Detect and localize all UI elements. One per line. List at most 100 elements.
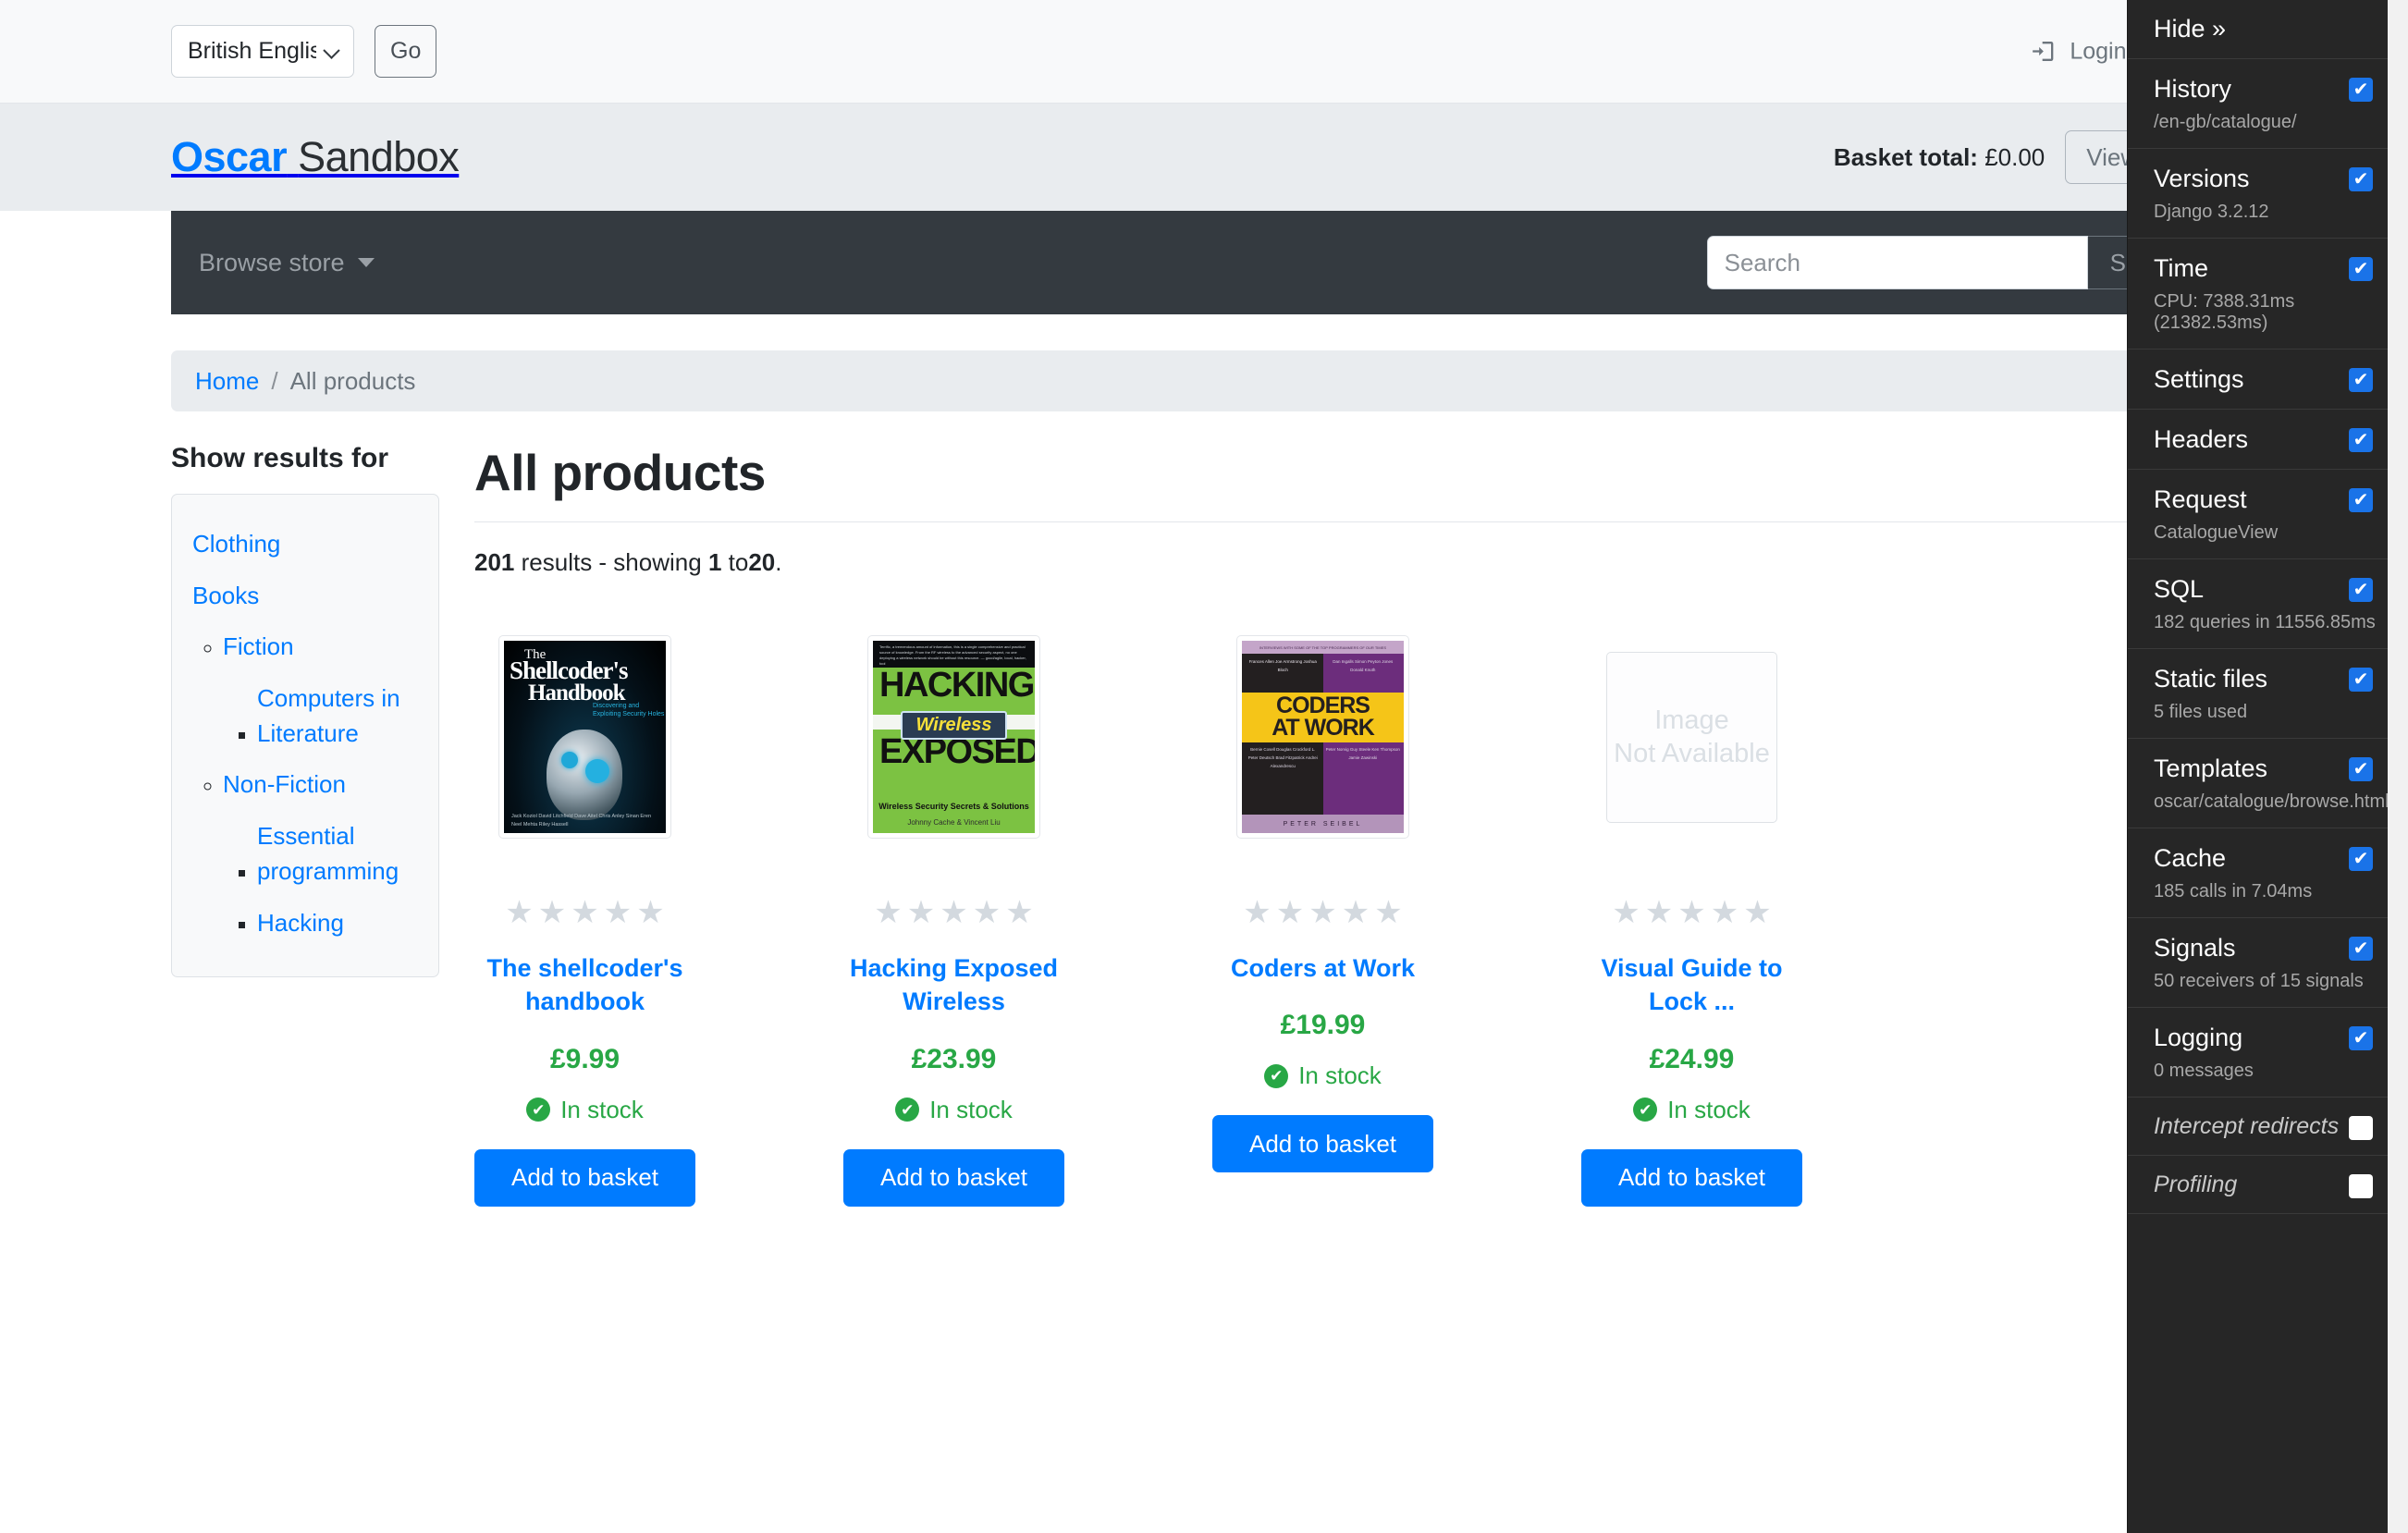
breadcrumb-separator: / (271, 367, 277, 396)
djdt-panel-history[interactable]: History /en-gb/catalogue/ (2128, 59, 2408, 149)
language-select-wrapper: British English (171, 25, 354, 78)
basket-total-value: £0.00 (1984, 143, 2045, 171)
djdt-panel-checkbox[interactable] (2349, 847, 2373, 871)
star-icon: ★ (1711, 897, 1738, 928)
product-thumbnail-wrapper[interactable]: The Shellcoder's Handbook Discovering an… (474, 594, 695, 880)
djdt-hide-row[interactable]: Hide » (2128, 0, 2408, 59)
product-rating-stars: ★ ★ ★ ★ ★ (1212, 897, 1433, 928)
cover-tagline: Discovering and Exploiting Security Hole… (593, 702, 666, 719)
star-icon: ★ (1645, 897, 1673, 928)
djdt-panel-checkbox[interactable] (2349, 428, 2373, 452)
djdt-panel-checkbox[interactable] (2349, 578, 2373, 602)
djdt-panel-checkbox[interactable] (2349, 368, 2373, 392)
djdt-panel-checkbox[interactable] (2349, 1026, 2373, 1050)
breadcrumb-home[interactable]: Home (195, 367, 259, 396)
add-to-basket-button[interactable]: Add to basket (1581, 1149, 1802, 1207)
djdt-panel-subtitle: 182 queries in 11556.85ms (2128, 612, 2408, 633)
product-card: INTERVIEWS WITH SOME OF THE TOP PROGRAMM… (1212, 594, 1433, 1207)
main-content: All products 201 results - showing 1 to2… (474, 443, 2237, 1207)
no-image-text: Image Not Available (1614, 704, 1770, 771)
djdt-panel-versions[interactable]: Versions Django 3.2.12 (2128, 149, 2408, 239)
djdt-panel-time[interactable]: Time CPU: 7388.31ms (21382.53ms) (2128, 239, 2408, 350)
site-logo[interactable]: Oscar Sandbox (171, 133, 459, 181)
djdt-panel-subtitle: Django 3.2.12 (2128, 202, 2408, 223)
djdt-panel-profiling[interactable]: Profiling (2128, 1156, 2408, 1214)
djdt-panel-checkbox[interactable] (2349, 167, 2373, 191)
djdt-panel-checkbox[interactable] (2349, 668, 2373, 692)
sidebar-item-essential-programming[interactable]: Essential programming (257, 819, 418, 889)
star-icon: ★ (1005, 897, 1033, 928)
product-title-link[interactable]: Coders at Work (1212, 951, 1433, 985)
sidebar-item-hacking[interactable]: Hacking (257, 906, 344, 941)
sign-in-icon (2032, 39, 2058, 65)
djdt-panel-logging[interactable]: Logging 0 messages (2128, 1008, 2408, 1098)
djdt-panel-static-files[interactable]: Static files 5 files used (2128, 649, 2408, 739)
book-cover-hacking-exposed: Terrific, a tremendous amount of informa… (873, 641, 1035, 833)
browse-store-dropdown[interactable]: Browse store (199, 249, 375, 277)
product-cover-image[interactable]: The Shellcoder's Handbook Discovering an… (498, 635, 671, 839)
sidebar-item-non-fiction[interactable]: Non-Fiction (223, 767, 346, 803)
product-rating-stars: ★ ★ ★ ★ ★ (843, 897, 1064, 928)
sidebar-item-computers-in-literature[interactable]: Computers in Literature (257, 681, 418, 751)
product-title-link[interactable]: The shellcoder's handbook (474, 951, 695, 1019)
djdt-panel-request[interactable]: Request CatalogueView (2128, 470, 2408, 559)
add-to-basket-button[interactable]: Add to basket (843, 1149, 1064, 1207)
djdt-panel-subtitle: oscar/catalogue/browse.html (2128, 791, 2408, 813)
product-title-link[interactable]: Hacking Exposed Wireless (843, 951, 1064, 1019)
page-title: All products (474, 443, 2237, 522)
djdt-panel-headers[interactable]: Headers (2128, 410, 2408, 470)
language-go-button[interactable]: Go (375, 25, 436, 78)
add-to-basket-button[interactable]: Add to basket (474, 1149, 695, 1207)
product-thumbnail-wrapper[interactable]: Image Not Available (1581, 594, 1802, 880)
category-item-non-fiction: Non-Fiction Essential programming Hackin… (223, 759, 418, 949)
product-title-link[interactable]: Visual Guide to Lock ... (1581, 951, 1802, 1019)
category-sublist-non-fiction: Essential programming Hacking (227, 811, 418, 949)
product-cover-image[interactable]: Terrific, a tremendous amount of informa… (867, 635, 1040, 839)
search-input[interactable] (1707, 236, 2088, 289)
djdt-panel-checkbox[interactable] (2349, 78, 2373, 102)
category-item-clothing: Clothing (192, 519, 418, 570)
djdt-panel-checkbox[interactable] (2349, 757, 2373, 781)
djdt-panel-settings[interactable]: Settings (2128, 350, 2408, 410)
star-icon: ★ (1342, 897, 1370, 928)
cover-names-top-left: Frances Allen Joe Armstrong Joshua Bloch (1246, 657, 1321, 674)
product-thumbnail-wrapper[interactable]: Terrific, a tremendous amount of informa… (843, 594, 1064, 880)
product-thumbnail-wrapper[interactable]: INTERVIEWS WITH SOME OF THE TOP PROGRAMM… (1212, 594, 1433, 880)
djdt-panel-templates[interactable]: Templates oscar/catalogue/browse.html (2128, 739, 2408, 828)
egg-hole-right (585, 759, 609, 783)
djdt-panel-subtitle: CatalogueView (2128, 522, 2408, 544)
djdt-panel-checkbox[interactable] (2349, 1116, 2373, 1140)
results-to-word: to (729, 548, 749, 576)
djdt-panel-checkbox[interactable] (2349, 937, 2373, 961)
djdt-panel-subtitle: 185 calls in 7.04ms (2128, 881, 2408, 902)
djdt-panel-subtitle: 5 files used (2128, 702, 2408, 723)
djdt-panel-sql[interactable]: SQL 182 queries in 11556.85ms (2128, 559, 2408, 649)
djdt-panel-checkbox[interactable] (2349, 488, 2373, 512)
cover-names-bottom-right: Peter Norvig Guy Steele Ken Thompson Jam… (1326, 745, 1401, 762)
djdt-hide-button[interactable]: Hide » (2128, 15, 2226, 43)
sidebar-item-clothing[interactable]: Clothing (192, 527, 280, 562)
star-icon: ★ (505, 897, 533, 928)
product-cover-image[interactable]: INTERVIEWS WITH SOME OF THE TOP PROGRAMM… (1236, 635, 1409, 839)
breadcrumb-current: All products (290, 367, 416, 396)
brand-rest: Sandbox (298, 133, 459, 180)
category-item-books: Books Fiction Computers in Literature (192, 570, 418, 950)
djdt-panel-cache[interactable]: Cache 185 calls in 7.04ms (2128, 828, 2408, 918)
stock-label: In stock (1298, 1061, 1382, 1090)
cover-title-band: CODERS AT WORK (1242, 693, 1404, 742)
djdt-panel-intercept-redirects[interactable]: Intercept redirects (2128, 1098, 2408, 1156)
sidebar-item-fiction[interactable]: Fiction (223, 630, 294, 665)
check-circle-icon: ✔ (1264, 1064, 1288, 1088)
language-bar: British English Go Login or register (0, 0, 2408, 104)
add-to-basket-button[interactable]: Add to basket (1212, 1115, 1433, 1172)
djdt-panel-signals[interactable]: Signals 50 receivers of 15 signals (2128, 918, 2408, 1008)
product-card: Image Not Available ★ ★ ★ ★ ★ Visual Gui… (1581, 594, 1802, 1207)
browser-scrollbar-track[interactable] (2388, 0, 2408, 1533)
results-from: 1 (708, 548, 721, 576)
django-debug-toolbar: Hide » History /en-gb/catalogue/ Version… (2127, 0, 2408, 1533)
djdt-panel-checkbox[interactable] (2349, 1174, 2373, 1198)
category-sublist-fiction: Computers in Literature (227, 673, 418, 759)
language-select[interactable]: British English (171, 25, 354, 78)
sidebar-item-books[interactable]: Books (192, 579, 259, 614)
djdt-panel-checkbox[interactable] (2349, 257, 2373, 281)
